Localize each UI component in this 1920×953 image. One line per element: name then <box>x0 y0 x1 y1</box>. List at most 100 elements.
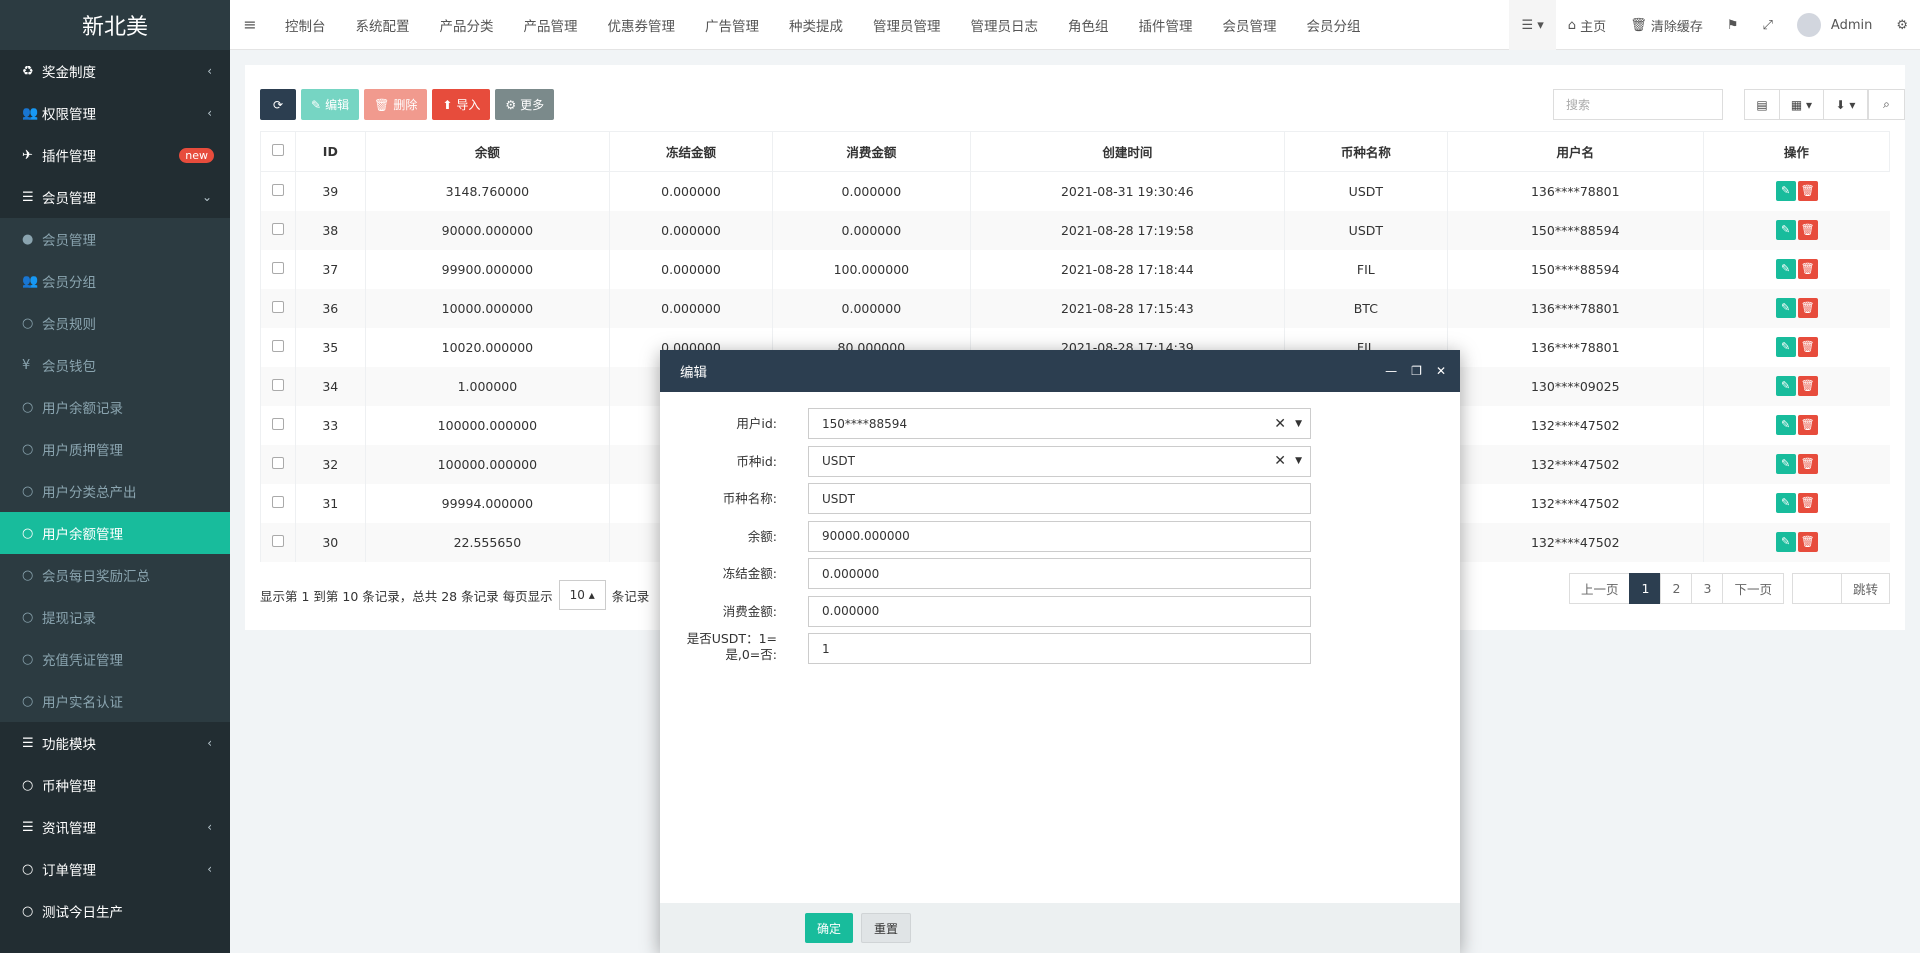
text-field[interactable]: 0.000000 <box>808 558 1311 589</box>
sidebar-item[interactable]: ○ 会员每日奖励汇总 <box>0 554 230 596</box>
close-icon[interactable]: ✕ <box>1436 364 1446 378</box>
nav-menu-icon[interactable]: ☰ ▾ <box>1509 0 1556 50</box>
text-field[interactable]: 1 <box>808 633 1311 664</box>
edit-row-icon[interactable]: ✎ <box>1775 415 1796 435</box>
top-nav-tab[interactable]: 产品管理 <box>509 15 593 35</box>
top-nav-tab[interactable]: 广告管理 <box>690 15 774 35</box>
confirm-button[interactable]: 确定 <box>805 913 854 943</box>
sidebar-item[interactable]: ☰ 功能模块 ‹ <box>0 722 230 764</box>
sidebar-item[interactable]: ○ 会员规则 <box>0 302 230 344</box>
row-checkbox[interactable] <box>271 495 284 508</box>
edit-row-icon[interactable]: ✎ <box>1775 337 1796 357</box>
edit-button[interactable]: ✎ 编辑 <box>301 89 360 120</box>
delete-row-icon[interactable]: 🗑 <box>1797 376 1818 396</box>
sidebar-item[interactable]: ○ 用户质押管理 <box>0 428 230 470</box>
page-number-button[interactable]: 1 <box>1629 573 1662 604</box>
columns-icon[interactable]: ▦ ▾ <box>1779 89 1824 120</box>
page-jump-input[interactable] <box>1791 573 1842 604</box>
search-input[interactable]: 搜索 <box>1553 89 1723 120</box>
next-page-button[interactable]: 下一页 <box>1722 573 1784 604</box>
checkbox[interactable] <box>271 144 284 156</box>
sidebar-item[interactable]: ○ 用户分类总产出 <box>0 470 230 512</box>
row-checkbox[interactable] <box>271 456 284 469</box>
select-all-checkbox[interactable] <box>260 131 296 172</box>
delete-row-icon[interactable]: 🗑 <box>1797 493 1818 513</box>
page-number-button[interactable]: 3 <box>1691 573 1724 604</box>
row-checkbox[interactable] <box>271 261 284 274</box>
delete-row-icon[interactable]: 🗑 <box>1797 181 1818 202</box>
sidebar-item[interactable]: ○ 币种管理 <box>0 764 230 806</box>
delete-row-icon[interactable]: 🗑 <box>1797 337 1818 357</box>
sidebar-item[interactable]: 👥 权限管理 ‹ <box>0 92 230 134</box>
settings-gears-icon[interactable]: ⚙ <box>1884 0 1920 50</box>
menu-toggle-icon[interactable]: ≡ <box>230 15 270 34</box>
sidebar-item[interactable]: ○ 用户余额管理 <box>0 512 230 554</box>
text-field[interactable]: 0.000000 <box>808 595 1311 627</box>
reset-button[interactable]: 重置 <box>861 913 912 943</box>
prev-page-button[interactable]: 上一页 <box>1568 573 1631 604</box>
page-size-select[interactable]: 10 ▴ <box>558 580 606 610</box>
sidebar-item[interactable]: ☰ 会员管理 ⌄ <box>0 176 230 218</box>
row-checkbox[interactable] <box>271 378 284 391</box>
top-nav-tab[interactable]: 插件管理 <box>1124 15 1208 35</box>
row-checkbox[interactable] <box>271 222 284 235</box>
delete-row-icon[interactable]: 🗑 <box>1797 220 1818 240</box>
edit-row-icon[interactable]: ✎ <box>1775 298 1796 318</box>
top-nav-tab[interactable]: 会员管理 <box>1208 15 1292 35</box>
sidebar-item[interactable]: ○ 用户实名认证 <box>0 680 230 722</box>
row-checkbox[interactable] <box>271 534 284 547</box>
edit-row-icon[interactable]: ✎ <box>1775 493 1796 513</box>
language-icon[interactable]: ⚑ <box>1715 0 1751 50</box>
user-menu[interactable]: Admin <box>1785 0 1884 50</box>
edit-row-icon[interactable]: ✎ <box>1775 259 1796 279</box>
minimize-icon[interactable]: — <box>1385 364 1397 378</box>
top-nav-tab[interactable]: 产品分类 <box>425 15 509 35</box>
sidebar-item[interactable]: ☰ 资讯管理 ‹ <box>0 806 230 848</box>
import-button[interactable]: ⬆ 导入 <box>432 89 491 120</box>
row-checkbox[interactable] <box>271 417 284 430</box>
delete-row-icon[interactable]: 🗑 <box>1797 298 1818 318</box>
sidebar-item[interactable]: ○ 充值凭证管理 <box>0 638 230 680</box>
home-link[interactable]: ⌂ 主页 <box>1556 0 1618 50</box>
top-nav-tab[interactable]: 系统配置 <box>341 15 425 35</box>
top-nav-tab[interactable]: 种类提成 <box>774 15 858 35</box>
top-nav-tab[interactable]: 管理员日志 <box>956 15 1054 35</box>
maximize-icon[interactable]: ❐ <box>1411 364 1422 378</box>
more-button[interactable]: ⚙ 更多 <box>495 89 555 120</box>
fullscreen-icon[interactable]: ⤢ <box>1751 0 1785 50</box>
export-icon[interactable]: ⬇ ▾ <box>1823 89 1868 120</box>
select-field[interactable]: USDT ✕ ▼ <box>808 445 1311 477</box>
text-field[interactable]: USDT <box>808 483 1311 514</box>
caret-down-icon[interactable]: ▼ <box>1295 419 1302 429</box>
sidebar-item[interactable]: ○ 用户余额记录 <box>0 386 230 428</box>
jump-button[interactable]: 跳转 <box>1840 573 1890 604</box>
edit-row-icon[interactable]: ✎ <box>1775 532 1796 552</box>
caret-down-icon[interactable]: ▼ <box>1295 456 1302 466</box>
row-checkbox[interactable] <box>271 183 284 196</box>
sidebar-item[interactable]: ● 会员管理 <box>0 218 230 260</box>
page-number-button[interactable]: 2 <box>1660 573 1693 604</box>
sidebar-item[interactable]: ¥ 会员钱包 <box>0 344 230 386</box>
edit-row-icon[interactable]: ✎ <box>1775 181 1796 202</box>
sidebar-item[interactable]: 👥 会员分组 <box>0 260 230 302</box>
delete-row-icon[interactable]: 🗑 <box>1797 454 1818 474</box>
top-nav-tab[interactable]: 角色组 <box>1053 15 1124 35</box>
select-field[interactable]: 150****88594 ✕ ▼ <box>808 408 1311 439</box>
delete-row-icon[interactable]: 🗑 <box>1797 532 1818 552</box>
clear-cache-link[interactable]: 🗑 清除缓存 <box>1618 0 1715 50</box>
top-nav-tab[interactable]: 管理员管理 <box>858 15 956 35</box>
row-checkbox[interactable] <box>271 339 284 352</box>
sidebar-item[interactable]: ○ 提现记录 <box>0 596 230 638</box>
edit-row-icon[interactable]: ✎ <box>1775 220 1796 240</box>
sidebar-item[interactable]: ○ 订单管理 ‹ <box>0 848 230 890</box>
edit-row-icon[interactable]: ✎ <box>1775 376 1796 396</box>
delete-row-icon[interactable]: 🗑 <box>1797 259 1818 279</box>
row-checkbox[interactable] <box>271 300 284 313</box>
clear-icon[interactable]: ✕ <box>1274 416 1286 432</box>
top-nav-tab[interactable]: 控制台 <box>270 15 341 35</box>
top-nav-tab[interactable]: 优惠券管理 <box>593 15 691 35</box>
edit-row-icon[interactable]: ✎ <box>1775 454 1796 474</box>
clear-icon[interactable]: ✕ <box>1274 453 1286 469</box>
search-icon[interactable]: ⌕ <box>1868 89 1905 120</box>
brand-logo[interactable]: 新北美 <box>0 0 230 50</box>
